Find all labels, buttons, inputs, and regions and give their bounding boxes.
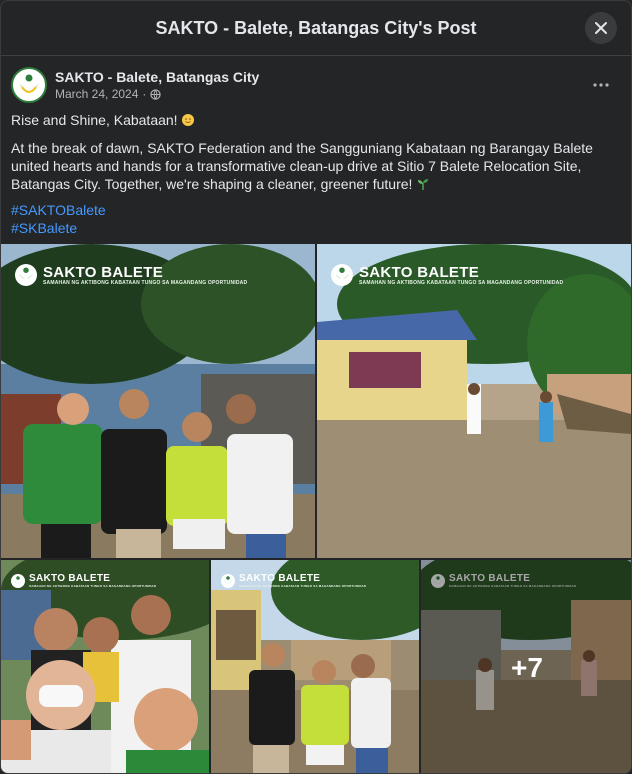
photo-3[interactable]: SAKTO BALETE SAMAHAN NG AKTIBONG KABATAA… [1,560,209,773]
photo-banner: SAKTO BALETE SAMAHAN NG AKTIBONG KABATAA… [1,244,315,290]
group-photo-image [211,560,419,773]
more-options-button[interactable] [587,71,615,99]
close-button[interactable] [585,12,617,44]
photo-grid: SAKTO BALETE SAMAHAN NG AKTIBONG KABATAA… [1,244,631,773]
page-name-link[interactable]: SAKTO - Balete, Batangas City [55,69,259,85]
sakto-logo-icon [221,573,235,588]
modal-title: SAKTO - Balete, Batangas City's Post [155,17,477,38]
cleanup-site-image [317,244,631,558]
sun-face-icon [182,114,195,126]
photo-banner: SAKTO BALETE SAMAHAN NG AKTIBONG KABATAA… [1,560,209,590]
post-line1: Rise and Shine, Kabataan! [11,111,623,129]
post-modal: SAKTO - Balete, Batangas City's Post SAK… [0,0,632,774]
banner-subtitle: SAMAHAN NG AKTIBONG KABATAAN TUNGO SA MA… [359,279,564,286]
banner-subtitle: SAMAHAN NG AKTIBONG KABATAAN TUNGO SA MA… [43,279,248,286]
banner-title: SAKTO BALETE [29,572,111,584]
sakto-logo-icon [15,264,37,286]
photo-4[interactable]: SAKTO BALETE SAMAHAN NG AKTIBONG KABATAA… [211,560,419,773]
hashtag-link[interactable]: #SKBalete [11,219,623,237]
selfie-image [1,560,209,773]
sakto-logo-icon [14,70,44,100]
globe-icon[interactable] [150,88,162,100]
hashtag-link[interactable]: #SAKTOBalete [11,201,623,219]
banner-title: SAKTO BALETE [239,572,321,584]
post-meta: March 24, 2024 · [55,87,162,101]
close-icon [595,22,607,34]
sakto-logo-icon [331,264,353,286]
photo-banner: SAKTO BALETE SAMAHAN NG AKTIBONG KABATAA… [317,244,631,290]
post-text: Rise and Shine, Kabataan! At the break o… [11,111,623,237]
sakto-logo-icon [11,573,25,588]
banner-title: SAKTO BALETE [359,263,479,281]
post-body-text: At the break of dawn, SAKTO Federation a… [11,140,593,192]
banner-title: SAKTO BALETE [43,263,163,281]
photo-5[interactable]: SAKTO BALETE SAMAHAN NG AKTIBONG KABATAA… [421,560,631,773]
more-photos-count[interactable]: +7 [421,560,631,773]
seedling-icon [418,179,429,190]
post-body: At the break of dawn, SAKTO Federation a… [11,139,623,193]
photo-banner: SAKTO BALETE SAMAHAN NG AKTIBONG KABATAA… [211,560,419,590]
banner-subtitle: SAMAHAN NG AKTIBONG KABATAAN TUNGO SA MA… [29,583,157,588]
group-photo-image [1,244,315,558]
post-header: SAKTO - Balete, Batangas City March 24, … [11,67,621,105]
post-date[interactable]: March 24, 2024 [55,87,138,101]
banner-subtitle: SAMAHAN NG AKTIBONG KABATAAN TUNGO SA MA… [239,583,367,588]
photo-2[interactable]: SAKTO BALETE SAMAHAN NG AKTIBONG KABATAA… [317,244,631,558]
more-options-icon [593,83,609,87]
modal-header: SAKTO - Balete, Batangas City's Post [1,1,631,56]
page-avatar[interactable] [11,67,47,103]
photo-1[interactable]: SAKTO BALETE SAMAHAN NG AKTIBONG KABATAA… [1,244,315,558]
post-line1-text: Rise and Shine, Kabataan! [11,112,178,128]
